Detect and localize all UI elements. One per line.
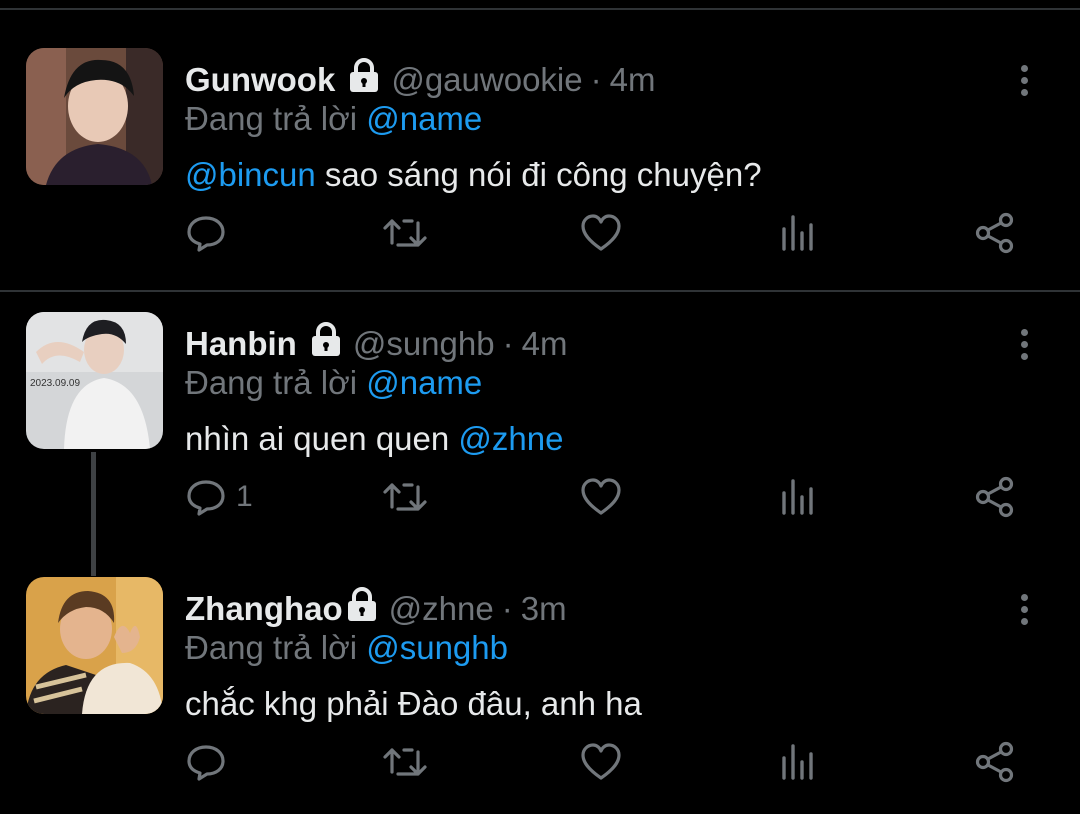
tweet-hanbin[interactable]: 2023.09.09 Hanbin @sunghb · 4m Đang trả …: [0, 312, 1080, 552]
separator: ·: [590, 61, 602, 98]
retweet-icon: [383, 219, 427, 247]
views-button[interactable]: [780, 210, 816, 256]
replying-prefix: Đang trả lời: [185, 364, 358, 401]
tweet-header: Hanbin @sunghb · 4m: [185, 322, 567, 366]
display-name[interactable]: Zhanghao: [185, 590, 343, 628]
tweet-zhanghao[interactable]: Zhanghao @zhne · 3m Đang trả lời @sunghb…: [0, 577, 1080, 814]
replying-to: Đang trả lời @name: [185, 100, 482, 138]
views-icon: [782, 215, 813, 251]
separator: ·: [501, 590, 513, 627]
retweet-button[interactable]: [382, 739, 428, 785]
replying-prefix: Đang trả lời: [185, 100, 358, 137]
views-icon: [782, 744, 813, 780]
reply-count: 1: [236, 480, 253, 513]
retweet-icon: [383, 483, 427, 511]
heart-icon: [581, 743, 621, 780]
handle[interactable]: @sunghb: [353, 325, 495, 363]
like-button[interactable]: [580, 474, 622, 520]
svg-text:2023.09.09: 2023.09.09: [30, 378, 80, 389]
replying-to-mention[interactable]: @name: [366, 364, 482, 401]
timestamp[interactable]: 4m: [522, 325, 568, 363]
share-icon: [975, 212, 1014, 254]
tweet-body: sao sáng nói đi công chuyện?: [315, 156, 762, 193]
timestamp[interactable]: 4m: [610, 61, 656, 99]
handle[interactable]: @zhne: [389, 590, 494, 628]
share-icon: [975, 476, 1014, 518]
reply-icon: [187, 480, 225, 516]
reply-thread: Gunwook @gauwookie · 4m Đang trả lời @na…: [0, 0, 1080, 814]
avatar[interactable]: [26, 48, 163, 185]
tweet-gunwook[interactable]: Gunwook @gauwookie · 4m Đang trả lời @na…: [0, 48, 1080, 288]
reply-icon: [187, 216, 225, 252]
reply-button[interactable]: [186, 739, 226, 785]
action-bar: [0, 739, 1080, 785]
lock-icon: [347, 58, 381, 102]
replying-prefix: Đang trả lời: [185, 629, 358, 666]
like-button[interactable]: [580, 210, 622, 256]
share-button[interactable]: [974, 474, 1016, 520]
lock-icon: [345, 587, 379, 631]
action-bar: [0, 210, 1080, 256]
tweet-body: chắc khg phải Đào đâu, anh ha: [185, 685, 642, 722]
tweet-text: nhìn ai quen quen @zhne: [185, 420, 563, 458]
tweet-text: @bincun sao sáng nói đi công chuyện?: [185, 156, 762, 194]
tweet-header: Gunwook @gauwookie · 4m: [185, 58, 655, 102]
heart-icon: [581, 214, 621, 251]
heart-icon: [581, 478, 621, 515]
retweet-icon: [383, 748, 427, 776]
retweet-button[interactable]: [382, 210, 428, 256]
timestamp[interactable]: 3m: [521, 590, 567, 628]
more-icon[interactable]: [1012, 322, 1036, 366]
avatar[interactable]: [26, 577, 163, 714]
like-button[interactable]: [580, 739, 622, 785]
share-button[interactable]: [974, 210, 1016, 256]
retweet-button[interactable]: [382, 474, 428, 520]
top-divider: [0, 8, 1080, 10]
action-bar: 1: [0, 474, 1080, 520]
avatar[interactable]: 2023.09.09: [26, 312, 163, 449]
replying-to-mention[interactable]: @name: [366, 100, 482, 137]
tweet-header: Zhanghao @zhne · 3m: [185, 587, 567, 631]
more-icon[interactable]: [1012, 587, 1036, 631]
display-name[interactable]: Gunwook: [185, 61, 335, 99]
views-button[interactable]: [780, 474, 816, 520]
lock-icon: [309, 322, 343, 366]
replying-to: Đang trả lời @sunghb: [185, 629, 508, 667]
separator: ·: [502, 325, 514, 362]
reply-button[interactable]: [186, 210, 226, 256]
tweet-divider: [0, 290, 1080, 292]
handle[interactable]: @gauwookie: [391, 61, 582, 99]
display-name[interactable]: Hanbin: [185, 325, 297, 363]
reply-button[interactable]: 1: [186, 474, 253, 520]
views-button[interactable]: [780, 739, 816, 785]
replying-to: Đang trả lời @name: [185, 364, 482, 402]
mention-link[interactable]: @zhne: [458, 420, 563, 457]
more-icon[interactable]: [1012, 58, 1036, 102]
share-icon: [975, 741, 1014, 783]
tweet-body: nhìn ai quen quen: [185, 420, 459, 457]
share-button[interactable]: [974, 739, 1016, 785]
tweet-text: chắc khg phải Đào đâu, anh ha: [185, 685, 642, 723]
views-icon: [782, 479, 813, 515]
mention-link[interactable]: @bincun: [185, 156, 316, 193]
reply-icon: [187, 745, 225, 781]
replying-to-mention[interactable]: @sunghb: [366, 629, 508, 666]
